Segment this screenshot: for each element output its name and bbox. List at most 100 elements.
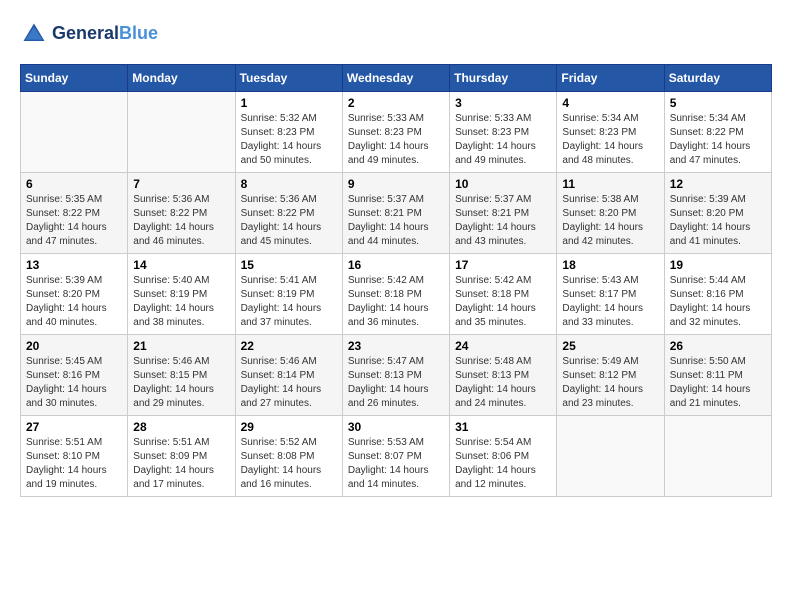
- calendar-cell: [557, 416, 664, 497]
- day-info: Sunrise: 5:43 AM Sunset: 8:17 PM Dayligh…: [562, 274, 658, 330]
- calendar-week-row: 13 Sunrise: 5:39 AM Sunset: 8:20 PM Dayli…: [21, 254, 772, 335]
- calendar-week-row: 20 Sunrise: 5:45 AM Sunset: 8:16 PM Dayli…: [21, 335, 772, 416]
- calendar-cell: 23Sunrise: 5:47 AM Sunset: 8:13 PM Dayli…: [342, 335, 449, 416]
- calendar-cell: 24 Sunrise: 5:48 AM Sunset: 8:13 PM Dayli…: [450, 335, 557, 416]
- day-number: 3: [455, 96, 551, 110]
- day-number: 13: [26, 258, 122, 272]
- day-number: 9: [348, 177, 444, 191]
- day-number: 5: [670, 96, 766, 110]
- day-info: Sunrise: 5:37 AM Sunset: 8:21 PM Dayligh…: [348, 193, 444, 249]
- weekday-header-cell: Tuesday: [235, 65, 342, 92]
- calendar-cell: 5Sunrise: 5:34 AM Sunset: 8:22 PM Daylig…: [664, 92, 771, 173]
- weekday-header-row: SundayMondayTuesdayWednesdayThursdayFrid…: [21, 65, 772, 92]
- day-number: 12: [670, 177, 766, 191]
- calendar-cell: 19 Sunrise: 5:44 AM Sunset: 8:16 PM Dayli…: [664, 254, 771, 335]
- day-info: Sunrise: 5:47 AM Sunset: 8:13 PM Dayligh…: [348, 355, 444, 411]
- day-info: Sunrise: 5:34 AM Sunset: 8:23 PM Dayligh…: [562, 112, 658, 168]
- logo-icon: [20, 20, 48, 48]
- calendar-cell: 6 Sunrise: 5:35 AM Sunset: 8:22 PM Daylig…: [21, 173, 128, 254]
- calendar-cell: 18 Sunrise: 5:43 AM Sunset: 8:17 PM Dayli…: [557, 254, 664, 335]
- calendar-cell: 30 Sunrise: 5:53 AM Sunset: 8:07 PM Dayli…: [342, 416, 449, 497]
- weekday-header-cell: Sunday: [21, 65, 128, 92]
- day-number: 11: [562, 177, 658, 191]
- day-number: 4: [562, 96, 658, 110]
- day-number: 29: [241, 420, 337, 434]
- day-number: 22: [241, 339, 337, 353]
- calendar-body: 1 Sunrise: 5:32 AM Sunset: 8:23 PM Daylig…: [21, 92, 772, 497]
- day-info: Sunrise: 5:36 AM Sunset: 8:22 PM Dayligh…: [133, 193, 229, 249]
- calendar-cell: 3 Sunrise: 5:33 AM Sunset: 8:23 PM Daylig…: [450, 92, 557, 173]
- calendar-cell: 21 Sunrise: 5:46 AM Sunset: 8:15 PM Dayli…: [128, 335, 235, 416]
- day-number: 10: [455, 177, 551, 191]
- day-number: 14: [133, 258, 229, 272]
- logo: GeneralBlue: [20, 20, 158, 48]
- weekday-header-cell: Monday: [128, 65, 235, 92]
- day-info: Sunrise: 5:40 AM Sunset: 8:19 PM Dayligh…: [133, 274, 229, 330]
- day-info: Sunrise: 5:33 AM Sunset: 8:23 PM Dayligh…: [348, 112, 444, 168]
- day-number: 2: [348, 96, 444, 110]
- day-info: Sunrise: 5:50 AM Sunset: 8:11 PM Dayligh…: [670, 355, 766, 411]
- day-number: 18: [562, 258, 658, 272]
- day-info: Sunrise: 5:37 AM Sunset: 8:21 PM Dayligh…: [455, 193, 551, 249]
- calendar-cell: 1 Sunrise: 5:32 AM Sunset: 8:23 PM Daylig…: [235, 92, 342, 173]
- day-info: Sunrise: 5:35 AM Sunset: 8:22 PM Dayligh…: [26, 193, 122, 249]
- day-info: Sunrise: 5:53 AM Sunset: 8:07 PM Dayligh…: [348, 436, 444, 492]
- calendar-cell: 7 Sunrise: 5:36 AM Sunset: 8:22 PM Daylig…: [128, 173, 235, 254]
- day-number: 1: [241, 96, 337, 110]
- day-number: 27: [26, 420, 122, 434]
- day-info: Sunrise: 5:42 AM Sunset: 8:18 PM Dayligh…: [348, 274, 444, 330]
- calendar-cell: [664, 416, 771, 497]
- calendar-cell: 12 Sunrise: 5:39 AM Sunset: 8:20 PM Dayli…: [664, 173, 771, 254]
- day-info: Sunrise: 5:39 AM Sunset: 8:20 PM Dayligh…: [670, 193, 766, 249]
- calendar-cell: 26Sunrise: 5:50 AM Sunset: 8:11 PM Dayli…: [664, 335, 771, 416]
- day-number: 30: [348, 420, 444, 434]
- calendar-cell: [21, 92, 128, 173]
- calendar-cell: 9 Sunrise: 5:37 AM Sunset: 8:21 PM Daylig…: [342, 173, 449, 254]
- day-number: 17: [455, 258, 551, 272]
- weekday-header-cell: Wednesday: [342, 65, 449, 92]
- calendar-table: SundayMondayTuesdayWednesdayThursdayFrid…: [20, 64, 772, 497]
- day-number: 19: [670, 258, 766, 272]
- day-number: 8: [241, 177, 337, 191]
- calendar-cell: 2 Sunrise: 5:33 AM Sunset: 8:23 PM Daylig…: [342, 92, 449, 173]
- day-info: Sunrise: 5:51 AM Sunset: 8:10 PM Dayligh…: [26, 436, 122, 492]
- calendar-cell: 20 Sunrise: 5:45 AM Sunset: 8:16 PM Dayli…: [21, 335, 128, 416]
- calendar-cell: 11 Sunrise: 5:38 AM Sunset: 8:20 PM Dayli…: [557, 173, 664, 254]
- day-info: Sunrise: 5:52 AM Sunset: 8:08 PM Dayligh…: [241, 436, 337, 492]
- day-info: Sunrise: 5:41 AM Sunset: 8:19 PM Dayligh…: [241, 274, 337, 330]
- calendar-week-row: 27 Sunrise: 5:51 AM Sunset: 8:10 PM Dayli…: [21, 416, 772, 497]
- day-number: 21: [133, 339, 229, 353]
- day-info: Sunrise: 5:38 AM Sunset: 8:20 PM Dayligh…: [562, 193, 658, 249]
- calendar-cell: 27 Sunrise: 5:51 AM Sunset: 8:10 PM Dayli…: [21, 416, 128, 497]
- day-number: 24: [455, 339, 551, 353]
- calendar-cell: 25Sunrise: 5:49 AM Sunset: 8:12 PM Dayli…: [557, 335, 664, 416]
- calendar-cell: 22Sunrise: 5:46 AM Sunset: 8:14 PM Dayli…: [235, 335, 342, 416]
- day-number: 28: [133, 420, 229, 434]
- calendar-cell: 13 Sunrise: 5:39 AM Sunset: 8:20 PM Dayli…: [21, 254, 128, 335]
- day-number: 20: [26, 339, 122, 353]
- calendar-cell: 10 Sunrise: 5:37 AM Sunset: 8:21 PM Dayli…: [450, 173, 557, 254]
- day-info: Sunrise: 5:42 AM Sunset: 8:18 PM Dayligh…: [455, 274, 551, 330]
- day-number: 6: [26, 177, 122, 191]
- day-info: Sunrise: 5:49 AM Sunset: 8:12 PM Dayligh…: [562, 355, 658, 411]
- calendar-week-row: 6 Sunrise: 5:35 AM Sunset: 8:22 PM Daylig…: [21, 173, 772, 254]
- day-number: 7: [133, 177, 229, 191]
- calendar-cell: 17 Sunrise: 5:42 AM Sunset: 8:18 PM Dayli…: [450, 254, 557, 335]
- day-info: Sunrise: 5:39 AM Sunset: 8:20 PM Dayligh…: [26, 274, 122, 330]
- weekday-header-cell: Friday: [557, 65, 664, 92]
- calendar-cell: 4 Sunrise: 5:34 AM Sunset: 8:23 PM Daylig…: [557, 92, 664, 173]
- day-info: Sunrise: 5:51 AM Sunset: 8:09 PM Dayligh…: [133, 436, 229, 492]
- day-info: Sunrise: 5:36 AM Sunset: 8:22 PM Dayligh…: [241, 193, 337, 249]
- calendar-cell: 16Sunrise: 5:42 AM Sunset: 8:18 PM Dayli…: [342, 254, 449, 335]
- day-info: Sunrise: 5:32 AM Sunset: 8:23 PM Dayligh…: [241, 112, 337, 168]
- day-info: Sunrise: 5:46 AM Sunset: 8:15 PM Dayligh…: [133, 355, 229, 411]
- page-header: GeneralBlue: [20, 20, 772, 48]
- day-number: 31: [455, 420, 551, 434]
- day-info: Sunrise: 5:33 AM Sunset: 8:23 PM Dayligh…: [455, 112, 551, 168]
- day-info: Sunrise: 5:45 AM Sunset: 8:16 PM Dayligh…: [26, 355, 122, 411]
- calendar-cell: 15Sunrise: 5:41 AM Sunset: 8:19 PM Dayli…: [235, 254, 342, 335]
- day-info: Sunrise: 5:54 AM Sunset: 8:06 PM Dayligh…: [455, 436, 551, 492]
- day-info: Sunrise: 5:48 AM Sunset: 8:13 PM Dayligh…: [455, 355, 551, 411]
- calendar-cell: 29 Sunrise: 5:52 AM Sunset: 8:08 PM Dayli…: [235, 416, 342, 497]
- day-info: Sunrise: 5:44 AM Sunset: 8:16 PM Dayligh…: [670, 274, 766, 330]
